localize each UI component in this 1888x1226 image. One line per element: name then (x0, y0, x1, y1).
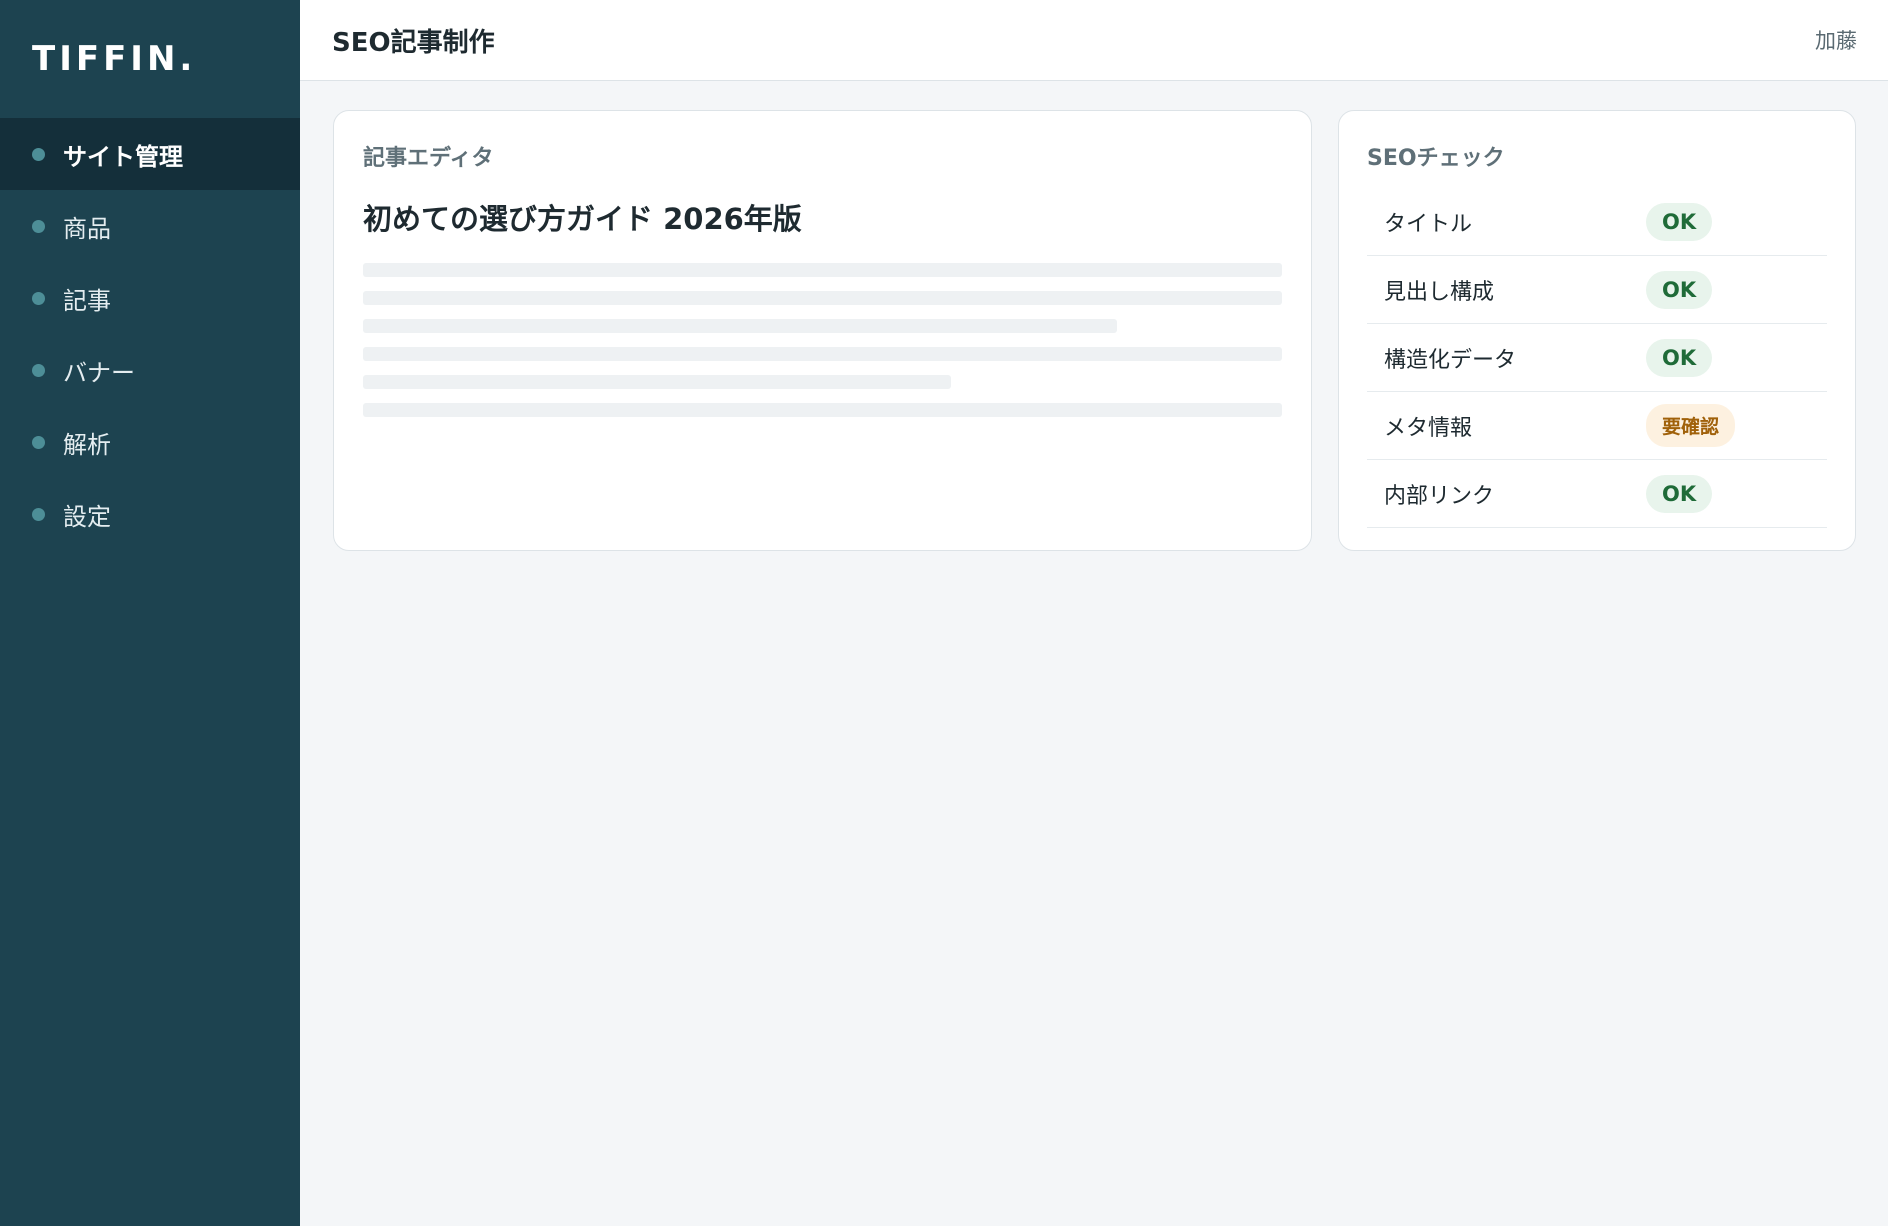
check-label: メタ情報 (1384, 415, 1473, 441)
sidebar-item-banners[interactable]: バナー (0, 334, 300, 406)
sidebar-item-label: 設定 (63, 502, 111, 531)
check-label: 見出し構成 (1384, 279, 1495, 305)
placeholder-line (363, 403, 1282, 417)
seo-check-list: タイトル OK 見出し構成 OK 構造化データ OK メタ情報 要確認 内部リン… (1367, 188, 1827, 528)
sidebar-item-articles[interactable]: 記事 (0, 262, 300, 334)
seo-check-card: SEOチェック タイトル OK 見出し構成 OK 構造化データ OK メタ情報 … (1338, 110, 1856, 551)
sidebar-item-label: サイト管理 (63, 142, 183, 171)
card-heading: 記事エディタ (363, 146, 494, 171)
status-badge: OK (1646, 474, 1713, 513)
check-row-headings: 見出し構成 OK (1367, 256, 1827, 324)
sidebar-item-label: 記事 (63, 286, 111, 315)
sidebar: TIFFIN. サイト管理 商品 記事 バナー 解析 設定 (0, 0, 300, 1226)
placeholder-line (363, 263, 1282, 277)
card-heading: SEOチェック (1367, 146, 1505, 171)
article-title[interactable]: 初めての選び方ガイド 2026年版 (363, 196, 1282, 238)
brand-logo[interactable]: TIFFIN. (0, 0, 300, 118)
check-row-meta: メタ情報 要確認 (1367, 392, 1827, 460)
check-label: タイトル (1384, 211, 1473, 237)
app-root: TIFFIN. サイト管理 商品 記事 バナー 解析 設定 SEO記事制作 加藤… (0, 0, 1888, 1226)
placeholder-line (363, 319, 1117, 333)
bullet-icon (32, 219, 45, 233)
status-badge: OK (1646, 338, 1713, 377)
check-row-structured-data: 構造化データ OK (1367, 324, 1827, 392)
sidebar-item-products[interactable]: 商品 (0, 190, 300, 262)
sidebar-item-label: バナー (63, 358, 135, 387)
bullet-icon (32, 147, 45, 161)
status-badge: OK (1646, 270, 1713, 309)
content-area: 記事エディタ 初めての選び方ガイド 2026年版 SEOチェック タイトル OK (300, 81, 1888, 551)
page-title: SEO記事制作 (332, 27, 495, 58)
sidebar-item-label: 解析 (63, 430, 111, 459)
status-badge: 要確認 (1646, 404, 1736, 447)
topbar: SEO記事制作 加藤 (300, 0, 1888, 81)
check-row-internal-links: 内部リンク OK (1367, 460, 1827, 528)
check-label: 内部リンク (1384, 483, 1495, 509)
bullet-icon (32, 507, 45, 521)
sidebar-item-label: 商品 (63, 214, 111, 243)
user-menu[interactable]: 加藤 (1815, 25, 1857, 55)
bullet-icon (32, 291, 45, 305)
bullet-icon (32, 363, 45, 377)
sidebar-item-analytics[interactable]: 解析 (0, 406, 300, 478)
article-editor-card: 記事エディタ 初めての選び方ガイド 2026年版 (333, 110, 1312, 551)
sidebar-item-settings[interactable]: 設定 (0, 478, 300, 550)
bullet-icon (32, 435, 45, 449)
sidebar-nav: サイト管理 商品 記事 バナー 解析 設定 (0, 118, 300, 550)
check-label: 構造化データ (1384, 347, 1517, 373)
main-area: SEO記事制作 加藤 記事エディタ 初めての選び方ガイド 2026年版 SEOチ… (300, 0, 1888, 1226)
check-row-title: タイトル OK (1367, 188, 1827, 256)
placeholder-line (363, 375, 952, 389)
placeholder-line (363, 347, 1282, 361)
sidebar-item-site-management[interactable]: サイト管理 (0, 118, 300, 190)
article-body-placeholder[interactable] (363, 263, 1282, 417)
status-badge: OK (1646, 202, 1713, 241)
placeholder-line (363, 291, 1282, 305)
